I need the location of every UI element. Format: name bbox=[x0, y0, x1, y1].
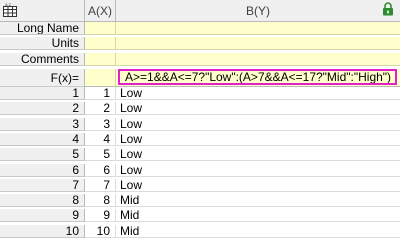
lock-icon[interactable] bbox=[382, 2, 394, 16]
row-index[interactable]: 1 bbox=[0, 87, 85, 100]
cell-a[interactable]: 6 bbox=[85, 164, 116, 177]
cell-b[interactable]: Mid bbox=[116, 225, 400, 238]
row-index[interactable]: 9 bbox=[0, 209, 85, 222]
fx-cell-b[interactable]: A>=1&&A<=7?"Low":(A>7&&A<=17?"Mid":"High… bbox=[116, 69, 400, 87]
cell-a[interactable]: 3 bbox=[85, 118, 116, 131]
cell-b[interactable]: Low bbox=[116, 102, 400, 115]
row-index[interactable]: 5 bbox=[0, 148, 85, 161]
row-index[interactable]: 7 bbox=[0, 179, 85, 192]
svg-text:A Z: A Z bbox=[5, 3, 12, 7]
cell-a[interactable]: 7 bbox=[85, 179, 116, 192]
cell-b[interactable]: Low bbox=[116, 118, 400, 131]
cell-a[interactable]: 8 bbox=[85, 194, 116, 207]
worksheet-grid-icon: A Z bbox=[3, 3, 17, 17]
cell-a[interactable]: 2 bbox=[85, 102, 116, 115]
cell-b[interactable]: Low bbox=[116, 179, 400, 192]
worksheet-corner[interactable]: A Z bbox=[0, 0, 85, 22]
row-label-units[interactable]: Units bbox=[0, 37, 85, 50]
row-index[interactable]: 6 bbox=[0, 164, 85, 177]
comments-cell-a[interactable] bbox=[85, 53, 116, 66]
column-header-a[interactable]: A(X) bbox=[85, 0, 116, 22]
units-cell-a[interactable] bbox=[85, 37, 116, 50]
cell-b[interactable]: Low bbox=[116, 133, 400, 146]
units-cell-b[interactable] bbox=[116, 37, 400, 50]
formula-text[interactable]: A>=1&&A<=7?"Low":(A>7&&A<=17?"Mid":"High… bbox=[118, 69, 397, 85]
cell-b[interactable]: Low bbox=[116, 87, 400, 100]
row-label-comments[interactable]: Comments bbox=[0, 53, 85, 66]
worksheet: A Z A(X) B(Y) Long Name Units Comments F… bbox=[0, 0, 400, 242]
long-name-cell-b[interactable] bbox=[116, 22, 400, 35]
cell-a[interactable]: 5 bbox=[85, 148, 116, 161]
cell-b[interactable]: Low bbox=[116, 164, 400, 177]
cell-b[interactable]: Low bbox=[116, 148, 400, 161]
cell-a[interactable]: 10 bbox=[85, 225, 116, 238]
cell-a[interactable]: 9 bbox=[85, 209, 116, 222]
row-index[interactable]: 4 bbox=[0, 133, 85, 146]
cell-a[interactable]: 4 bbox=[85, 133, 116, 146]
cell-a[interactable]: 1 bbox=[85, 87, 116, 100]
cell-b[interactable]: Mid bbox=[116, 209, 400, 222]
row-index[interactable]: 2 bbox=[0, 102, 85, 115]
row-label-long-name[interactable]: Long Name bbox=[0, 22, 85, 35]
long-name-cell-a[interactable] bbox=[85, 22, 116, 35]
row-index[interactable]: 8 bbox=[0, 194, 85, 207]
row-index[interactable]: 3 bbox=[0, 118, 85, 131]
row-index[interactable]: 10 bbox=[0, 225, 85, 238]
fx-cell-a[interactable] bbox=[85, 69, 116, 87]
cell-b[interactable]: Mid bbox=[116, 194, 400, 207]
column-header-b[interactable]: B(Y) bbox=[116, 0, 400, 22]
comments-cell-b[interactable] bbox=[116, 53, 400, 66]
row-label-fx[interactable]: F(x)= bbox=[0, 69, 85, 87]
